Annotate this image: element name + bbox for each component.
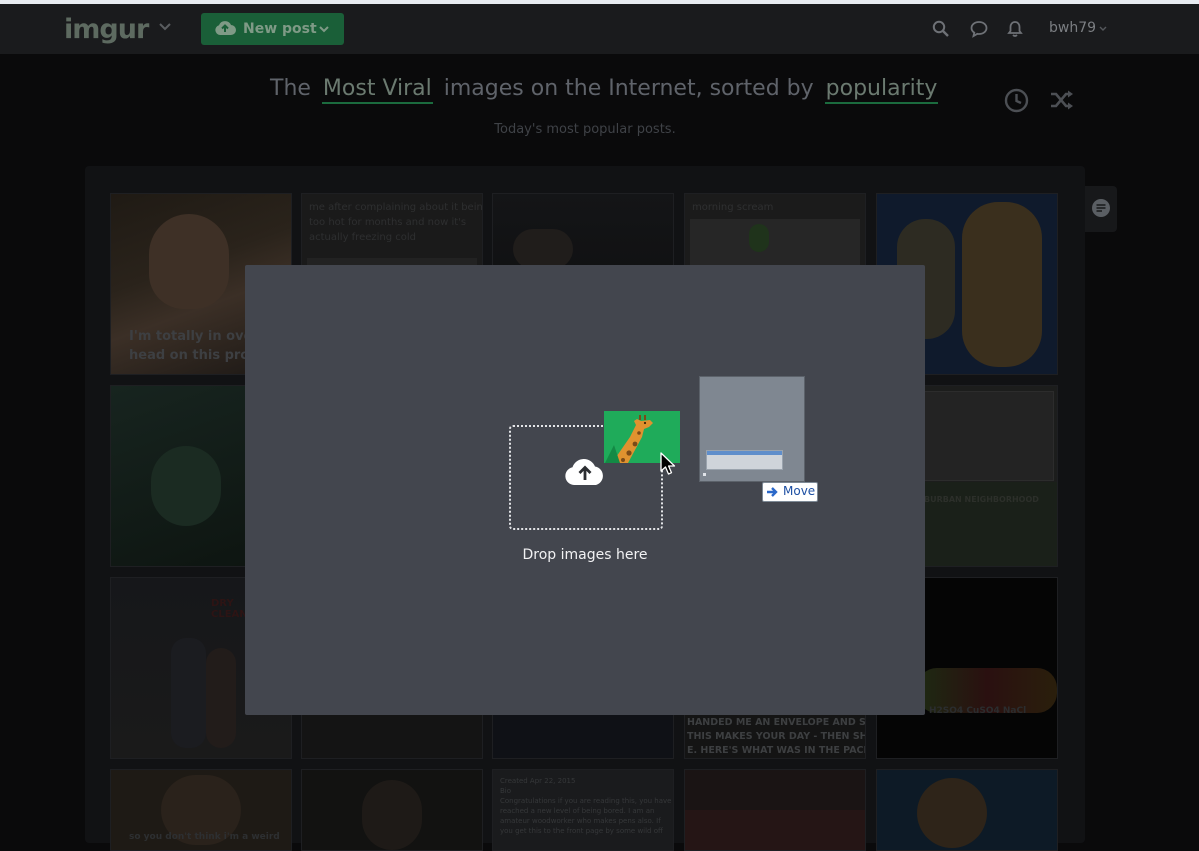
section-selector[interactable]: Most Viral [321,76,433,104]
move-arrow-icon [767,487,778,497]
tile-caption: me after complaining about it being too … [309,202,483,243]
tile-photo [917,778,987,848]
drop-images-label: Drop images here [522,547,648,563]
move-tooltip-label: Move [783,484,816,498]
tile-meme-text: so you don't think i'm a weird [129,832,280,842]
upload-drop-modal[interactable]: Drop images here Move [245,265,925,715]
headline-subtitle: Today's most popular posts. [494,122,676,137]
drag-ghost-file [699,376,805,482]
new-post-label: New post [243,21,317,37]
gallery-tile[interactable] [301,769,483,851]
chat-icon[interactable] [970,20,988,38]
drag-move-tooltip: Move [762,482,818,502]
drag-ghost-screenshot [706,450,783,470]
cloud-upload-icon [215,21,236,35]
imgur-logo[interactable]: imgur [64,14,149,45]
shuffle-icon[interactable] [1050,90,1074,110]
tile-chem-text: H2SO4 CuSO4 NaCl [929,706,1027,716]
search-icon[interactable] [932,20,950,38]
page-headline: The Most Viral images on the Internet, s… [270,76,942,104]
tile-meme-text: HANDED ME AN ENVELOPE AND S THIS MAKES Y… [687,717,866,756]
headline-prefix: The [270,76,311,101]
tile-caption: Created Apr 22, 2015 Bio Congratulations… [500,777,672,835]
cloud-upload-icon [565,459,603,485]
tile-caption: morning scream [692,202,774,213]
tile-photo [149,214,229,309]
tile-photo [685,810,865,850]
gallery-tile[interactable]: Created Apr 22, 2015 Bio Congratulations… [492,769,674,851]
bell-icon[interactable] [1006,20,1024,38]
logo-chevron-down-icon[interactable] [158,20,172,34]
chat-side-button[interactable] [1085,186,1117,232]
top-navbar: imgur New post bwh79 [0,4,1199,54]
chevron-down-icon[interactable] [318,23,330,35]
gallery-tile[interactable] [684,769,866,851]
user-chevron-down-icon[interactable] [1099,26,1107,32]
mouse-cursor-icon [660,452,676,475]
headline-middle: images on the Internet, sorted by [443,76,814,101]
username-menu[interactable]: bwh79 [1049,20,1096,36]
tile-person [171,638,206,748]
drag-ghost-dot [703,473,706,476]
tile-parrot [749,224,769,252]
gallery-tile[interactable]: so you don't think i'm a weird [110,769,292,851]
tile-photo [362,780,422,850]
tile-photo [690,219,860,269]
new-post-button[interactable]: New post [201,13,344,45]
tile-teddy [962,202,1042,367]
tile-photo [513,229,573,269]
tile-photo [151,446,221,526]
sort-selector[interactable]: popularity [824,76,939,104]
tile-meme-text: I'm totally in over head on this proje [129,329,263,363]
message-icon [1092,199,1110,217]
clock-icon[interactable] [1004,88,1029,113]
gallery-tile[interactable] [876,769,1058,851]
tile-person [206,648,236,748]
